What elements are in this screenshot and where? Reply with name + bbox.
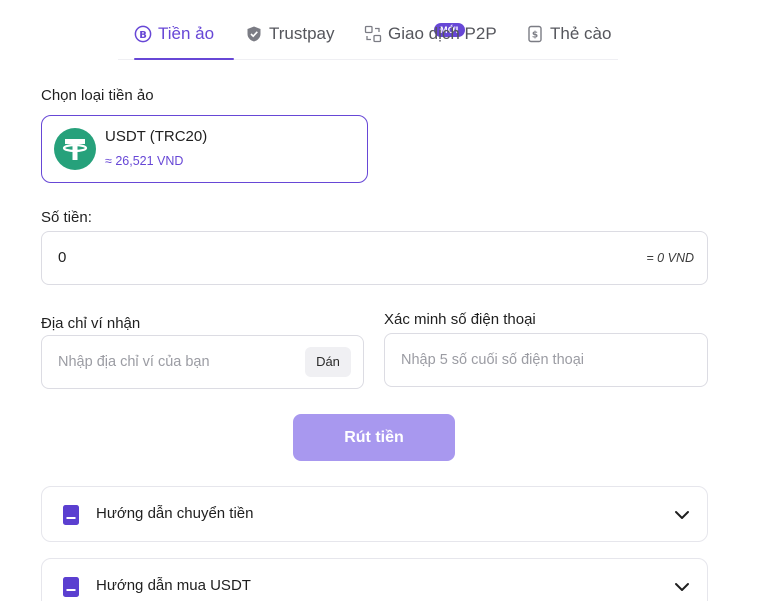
bitcoin-icon: B	[134, 25, 152, 43]
wallet-placeholder: Nhập địa chỉ ví của bạn	[58, 354, 210, 370]
phone-placeholder: Nhập 5 số cuối số điện thoại	[401, 352, 584, 368]
svg-text:B: B	[139, 30, 147, 41]
guide-buy-usdt-accordion[interactable]: Hướng dẫn mua USDT	[41, 558, 708, 601]
tab-giao-dich-p2p[interactable]: Giao dịch P2P	[364, 24, 497, 44]
guide-title: Hướng dẫn mua USDT	[96, 577, 251, 594]
coin-rate: ≈ 26,521 VND	[105, 154, 184, 168]
coin-name: USDT (TRC20)	[105, 128, 208, 145]
tab-label: Tiền ảo	[158, 24, 215, 43]
tab-tien-ao[interactable]: B Tiền ảo	[134, 24, 214, 44]
tab-bar: B Tiền ảo Trustpay MỚI Giao dịch P2P $ T…	[118, 14, 618, 60]
withdraw-button[interactable]: Rút tiền	[293, 414, 455, 461]
tab-label: Giao dịch P2P	[388, 24, 497, 43]
phone-label: Xác minh số điện thoại	[384, 311, 536, 328]
p2p-exchange-icon	[364, 25, 382, 43]
tab-label: Trustpay	[269, 24, 335, 43]
chevron-down-icon	[675, 583, 689, 591]
coin-selector[interactable]: USDT (TRC20) ≈ 26,521 VND	[41, 115, 368, 183]
document-icon	[63, 505, 79, 525]
guide-transfer-accordion[interactable]: Hướng dẫn chuyển tiền	[41, 486, 708, 542]
svg-text:$: $	[532, 31, 538, 41]
tab-trustpay[interactable]: Trustpay	[245, 24, 335, 44]
shield-check-icon	[247, 26, 261, 42]
tether-logo-icon	[54, 128, 96, 170]
amount-value: 0	[58, 249, 67, 266]
phone-verify-input[interactable]: Nhập 5 số cuối số điện thoại	[384, 333, 708, 387]
paste-button[interactable]: Dán	[305, 347, 351, 377]
amount-label: Số tiền:	[41, 209, 92, 226]
amount-converted: = 0 VND	[646, 251, 694, 265]
guide-title: Hướng dẫn chuyển tiền	[96, 505, 254, 522]
coin-section-label: Chọn loại tiền ảo	[41, 87, 154, 104]
active-tab-indicator	[134, 58, 234, 60]
document-icon	[63, 577, 79, 597]
tab-the-cao[interactable]: $ Thẻ cào	[526, 24, 611, 44]
scratch-card-icon: $	[528, 25, 542, 43]
tab-label: Thẻ cào	[550, 24, 612, 43]
wallet-address-input[interactable]: Nhập địa chỉ ví của bạn Dán	[41, 335, 364, 389]
chevron-down-icon	[675, 511, 689, 519]
amount-input[interactable]: 0 = 0 VND	[41, 231, 708, 285]
wallet-label: Địa chỉ ví nhận	[41, 315, 141, 332]
